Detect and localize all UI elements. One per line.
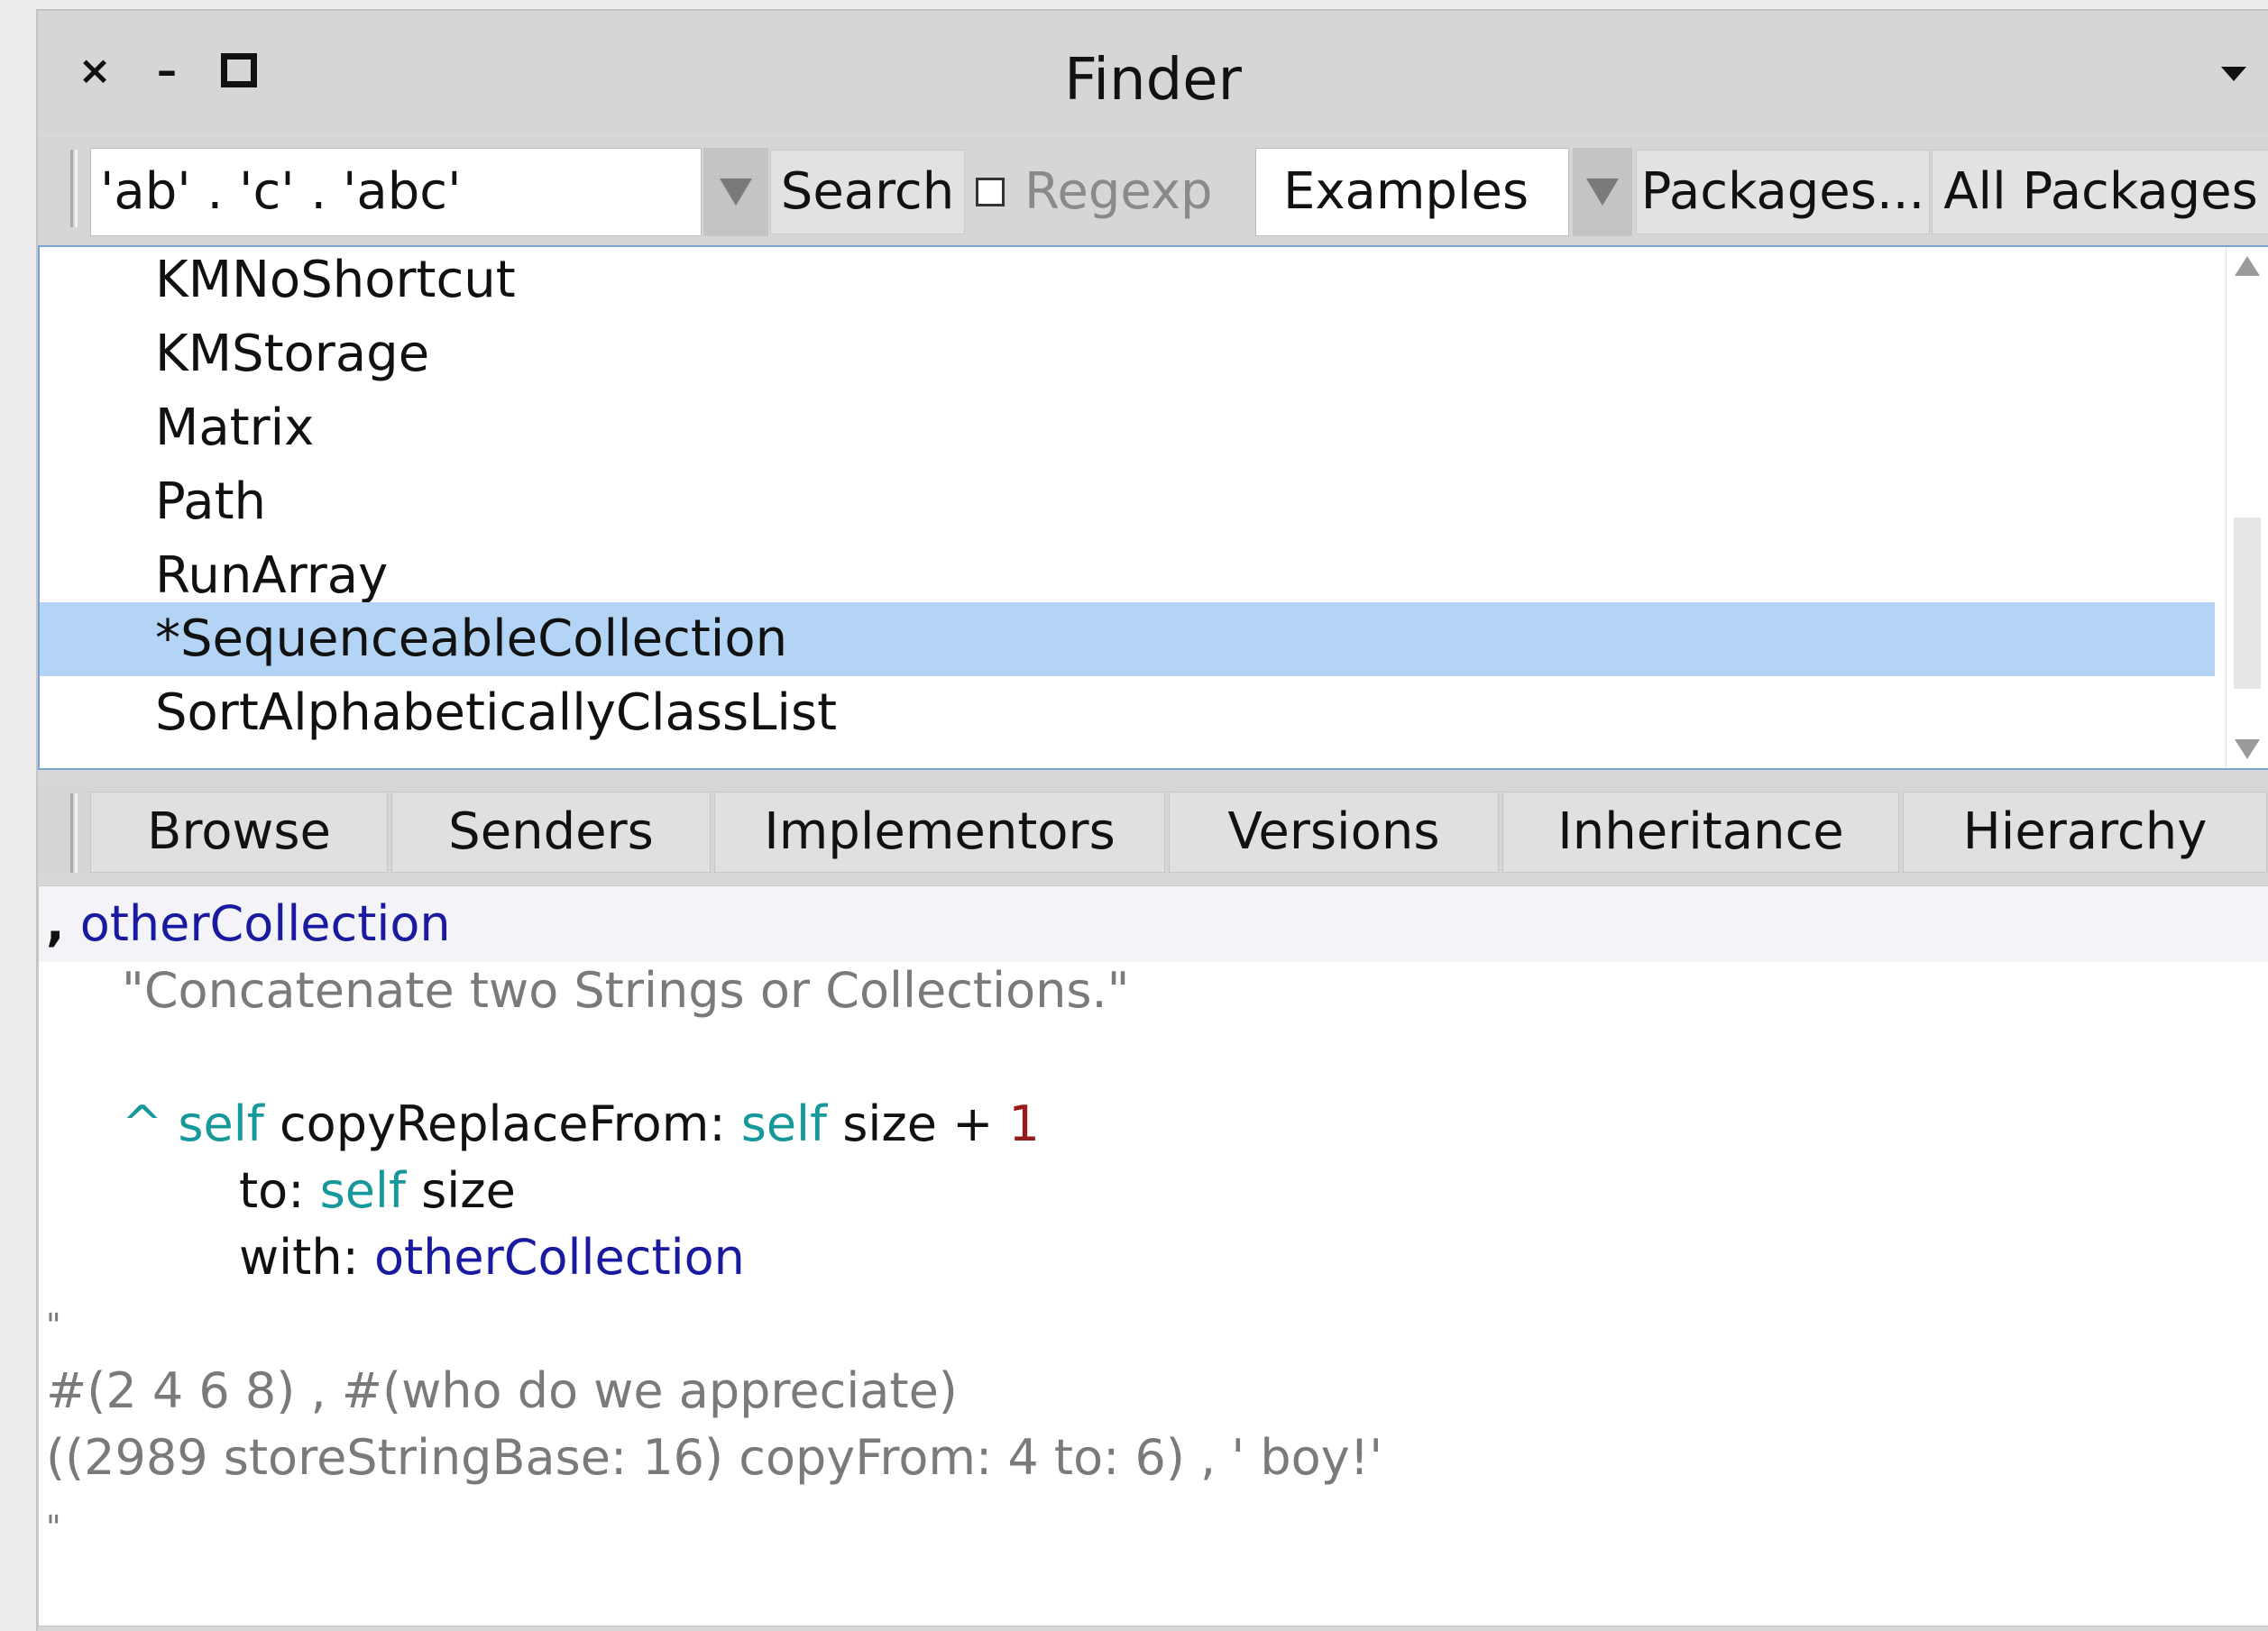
hierarchy-button[interactable]: Hierarchy <box>1903 792 2267 873</box>
list-item[interactable]: KMStorage <box>40 317 2215 391</box>
senders-button[interactable]: Senders <box>391 792 711 873</box>
window-menu-icon[interactable] <box>2221 67 2246 81</box>
search-mode-dropdown-icon[interactable] <box>1573 148 1632 236</box>
inheritance-button[interactable]: Inheritance <box>1502 792 1899 873</box>
return-caret: ^ <box>122 1095 163 1152</box>
action-bar: Browse Senders Implementors Versions Inh… <box>38 784 2268 878</box>
list-item-selected[interactable]: *SequenceableCollection <box>40 602 2215 676</box>
toolbar-grip[interactable] <box>70 150 78 227</box>
versions-button[interactable]: Versions <box>1169 792 1499 873</box>
comment-quote-open: " <box>46 1307 61 1344</box>
message-keyword: copyReplaceFrom: <box>279 1095 726 1152</box>
list-item[interactable]: Path <box>40 465 2215 539</box>
results-scrollbar[interactable] <box>2226 247 2268 768</box>
example-line-2: ((2989 storeStringBase: 16) copyFrom: 4 … <box>46 1429 1383 1486</box>
search-input[interactable]: 'ab' . 'c' . 'abc' <box>90 148 702 236</box>
source-code-pane[interactable]: , otherCollection "Concatenate two Strin… <box>38 885 2268 1626</box>
search-button[interactable]: Search <box>770 150 965 234</box>
argument-reference: otherCollection <box>373 1229 745 1286</box>
list-item[interactable]: Matrix <box>40 391 2215 465</box>
scroll-down-icon[interactable] <box>2235 739 2260 759</box>
list-item[interactable]: SortAlphabeticallyClassList <box>40 676 2215 750</box>
scroll-up-icon[interactable] <box>2235 256 2260 276</box>
code-line-return: ^ self copyReplaceFrom: self size + 1 <box>122 1092 1040 1157</box>
comment-text: "Concatenate two Strings or Collections.… <box>122 962 1130 1019</box>
actionbar-grip[interactable] <box>70 793 78 873</box>
regexp-checkbox[interactable]: Regexp <box>976 150 1213 234</box>
code-line-to: to: self size <box>239 1159 516 1223</box>
method-comment: "Concatenate two Strings or Collections.… <box>122 958 1130 1023</box>
results-list[interactable]: KMNoShortcut KMStorage Matrix Path RunAr… <box>38 245 2268 770</box>
self-keyword: self <box>319 1162 406 1219</box>
browse-button[interactable]: Browse <box>90 792 388 873</box>
checkbox-icon[interactable] <box>976 178 1005 206</box>
sig-argument: otherCollection <box>79 895 451 952</box>
example-line-1: #(2 4 6 8) , #(who do we appreciate) <box>46 1362 958 1419</box>
search-toolbar: 'ab' . 'c' . 'abc' Search Regexp Example… <box>38 137 2268 245</box>
window-title: Finder <box>1064 47 1242 114</box>
scrollbar-thumb[interactable] <box>2234 518 2261 689</box>
self-keyword: self <box>740 1095 828 1152</box>
search-mode-select[interactable]: Examples <box>1255 148 1569 236</box>
number-literal: 1 <box>1008 1095 1040 1152</box>
message-keyword: to: <box>239 1162 305 1219</box>
implementors-button[interactable]: Implementors <box>714 792 1165 873</box>
title-bar[interactable]: × – Finder <box>38 11 2268 133</box>
message-unary: size + <box>842 1095 994 1152</box>
method-signature: , otherCollection <box>46 892 451 957</box>
self-keyword: self <box>178 1095 264 1152</box>
message-unary: size <box>421 1162 516 1219</box>
packages-button[interactable]: Packages... <box>1636 150 1930 234</box>
list-item[interactable]: KMNoShortcut <box>40 247 2215 317</box>
sig-comma: , <box>46 895 65 952</box>
all-packages-button[interactable]: All Packages <box>1932 150 2268 234</box>
finder-window: × – Finder 'ab' . 'c' . 'abc' Search Reg… <box>36 9 2268 1631</box>
code-line-with: with: otherCollection <box>239 1225 745 1290</box>
regexp-label: Regexp <box>1024 162 1213 221</box>
message-keyword: with: <box>239 1229 359 1286</box>
comment-quote-close: " <box>46 1509 61 1546</box>
search-history-dropdown-icon[interactable] <box>703 148 768 236</box>
